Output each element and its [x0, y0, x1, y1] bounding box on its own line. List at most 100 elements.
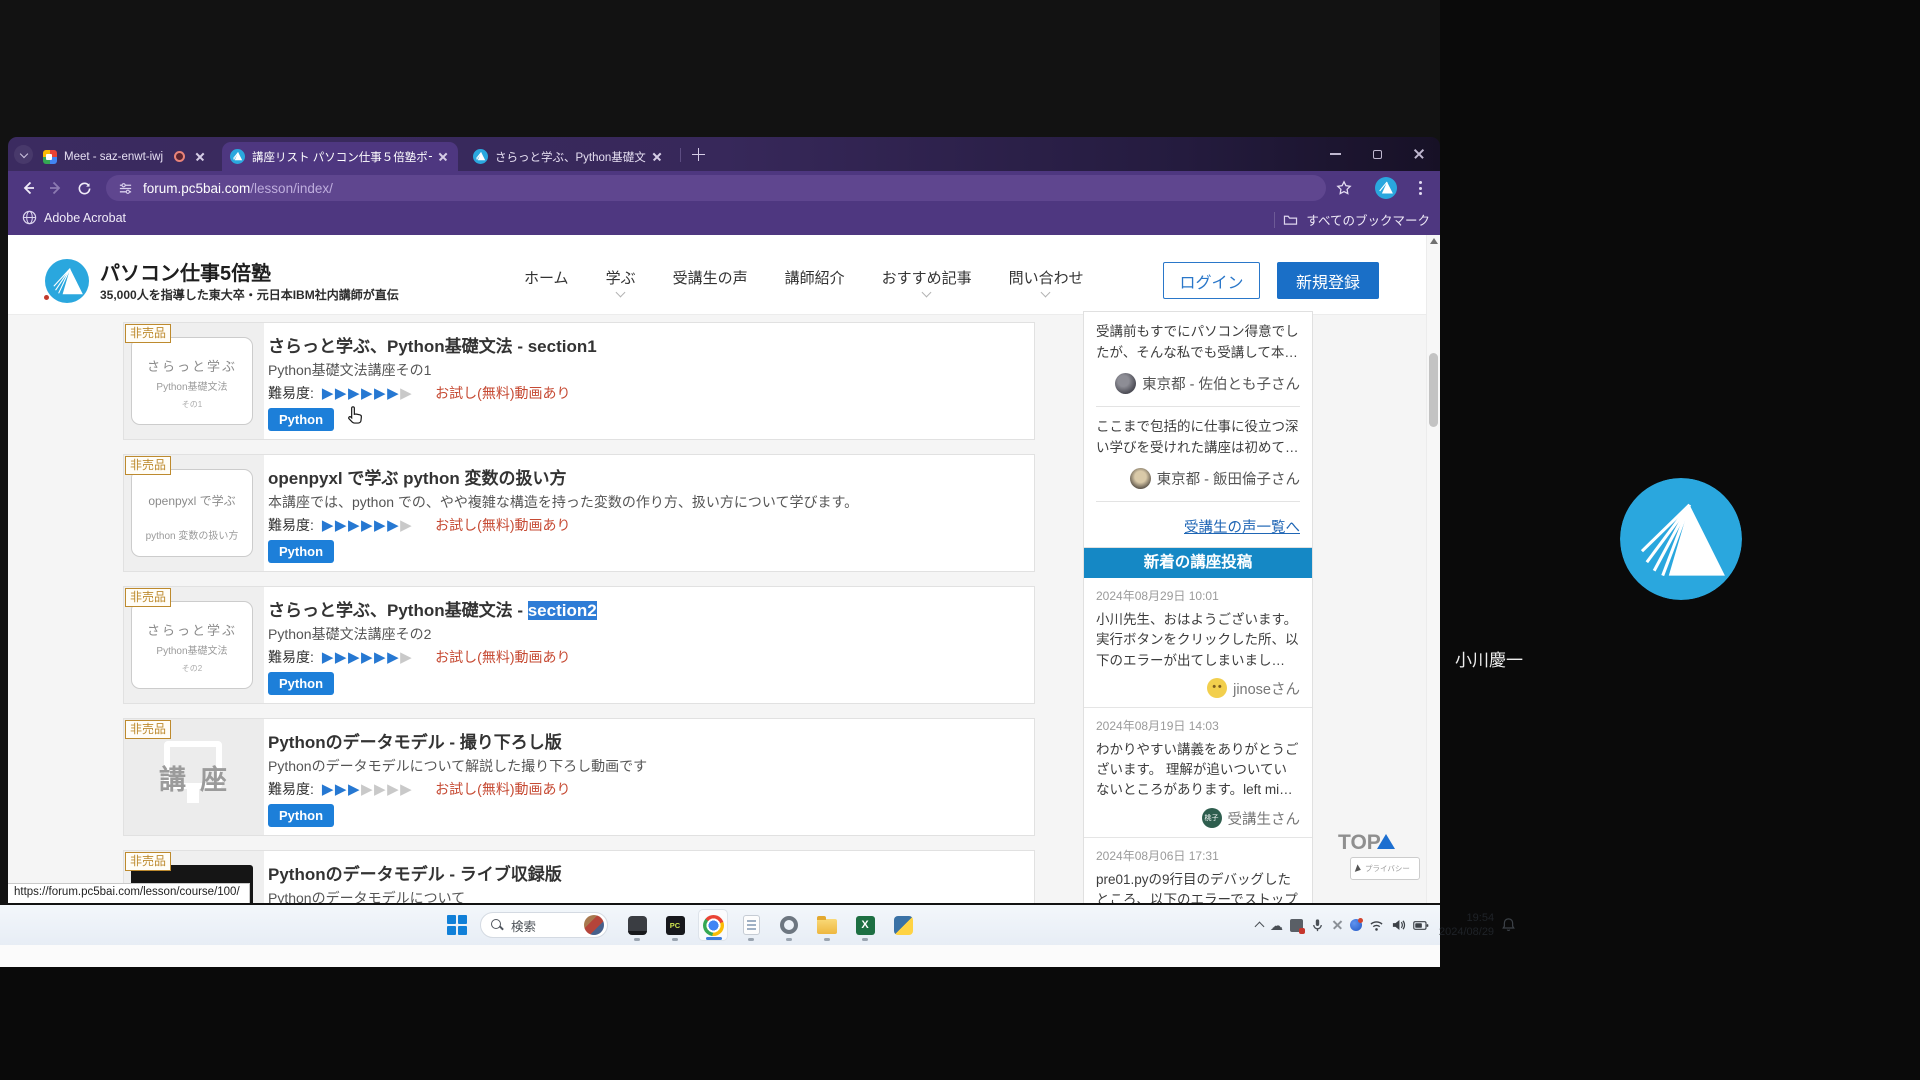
- python-tag[interactable]: Python: [268, 672, 334, 695]
- app-chrome[interactable]: [698, 909, 728, 941]
- privacy-badge[interactable]: プライバシー: [1350, 857, 1420, 880]
- new-tab-button[interactable]: [689, 145, 708, 164]
- forward-button[interactable]: [44, 176, 68, 200]
- close-tab-icon[interactable]: [650, 150, 664, 164]
- site-title[interactable]: パソコン仕事5倍塾: [100, 257, 271, 286]
- post-item[interactable]: 2024年08月29日 10:01 小川先生、おはようございます。実行ボタンをク…: [1084, 578, 1312, 707]
- course-difficulty: 難易度: ▶▶▶▶▶▶▶ お試し(無料)動画あり: [268, 647, 570, 667]
- app-pycharm[interactable]: PC: [660, 909, 690, 941]
- back-button[interactable]: [16, 176, 40, 200]
- minimize-icon: [1330, 153, 1341, 155]
- minimize-button[interactable]: [1314, 137, 1356, 171]
- nav-contact[interactable]: 問い合わせ: [1009, 267, 1084, 288]
- post-item[interactable]: 2024年08月19日 14:03 わかりやすい講義をありがとうございます。 理…: [1084, 707, 1312, 837]
- app-settings[interactable]: [774, 909, 804, 941]
- close-tab-icon[interactable]: [436, 150, 450, 164]
- course-title[interactable]: Pythonのデータモデル - 撮り下ろし版: [268, 728, 562, 753]
- post-item[interactable]: 2024年08月06日 17:31 pre01.pyの9行目のデバッグしたところ…: [1084, 837, 1312, 904]
- trial-video-label[interactable]: お試し(無料)動画あり: [435, 515, 570, 535]
- course-title[interactable]: openpyxl で学ぶ python 変数の扱い方: [268, 464, 566, 489]
- trial-video-label[interactable]: お試し(無料)動画あり: [435, 779, 570, 799]
- python-icon: [894, 916, 913, 935]
- main-navigation: ホーム 学ぶ 受講生の声 講師紹介 おすすめ記事 問い合わせ: [524, 267, 1084, 288]
- trial-video-label[interactable]: お試し(無料)動画あり: [435, 647, 570, 667]
- search-label: 検索: [511, 916, 584, 935]
- scrollbar[interactable]: [1426, 235, 1440, 903]
- battery-icon[interactable]: [1413, 919, 1429, 932]
- cursor-arrow-icon: [1355, 864, 1362, 873]
- app-python[interactable]: [888, 909, 918, 941]
- volume-icon[interactable]: [1391, 918, 1406, 932]
- notification-app-icon[interactable]: [1350, 919, 1362, 931]
- close-window-button[interactable]: [1398, 137, 1440, 171]
- post-date: 2024年08月29日 10:01: [1096, 587, 1300, 604]
- restore-button[interactable]: [1356, 137, 1398, 171]
- course-card[interactable]: 非売品 さらっと学ぶ Python基礎文法 その2 さらっと学ぶ、Python基…: [123, 586, 1035, 704]
- testimonial-text: ここまで包括的に仕事に役立つ深い学びを受けれた講座は初めて…: [1096, 417, 1300, 459]
- not-for-sale-badge: 非売品: [125, 588, 171, 607]
- signup-button[interactable]: 新規登録: [1277, 262, 1379, 299]
- app-file-explorer[interactable]: [812, 909, 842, 941]
- bookmark-adobe-acrobat[interactable]: Adobe Acrobat: [22, 210, 126, 225]
- tab-meet[interactable]: Meet - saz-enwt-iwj: [35, 142, 215, 171]
- nav-recommended-articles[interactable]: おすすめ記事: [882, 267, 972, 288]
- course-card[interactable]: 非売品 講座 Pythonのデータモデル - 撮り下ろし版 Pythonのデータ…: [123, 718, 1035, 836]
- tab-python-course[interactable]: さらっと学ぶ、Python基礎文法 - se: [465, 142, 672, 171]
- browser-menu-button[interactable]: [1408, 176, 1432, 200]
- teams-icon[interactable]: [1290, 919, 1303, 932]
- python-tag[interactable]: Python: [268, 804, 334, 827]
- close-tab-icon[interactable]: [193, 150, 207, 164]
- course-description: 本講座では、python での、やや複雑な構造を持った変数の作り方、扱い方につい…: [268, 492, 858, 512]
- all-bookmarks[interactable]: すべてのブックマーク: [1274, 210, 1430, 229]
- nav-instructors[interactable]: 講師紹介: [785, 267, 845, 288]
- selected-text: section2: [528, 601, 597, 620]
- course-title[interactable]: さらっと学ぶ、Python基礎文法 - section1: [268, 332, 597, 357]
- tab-search-button[interactable]: [14, 145, 33, 164]
- course-title[interactable]: Pythonのデータモデル - ライブ収録版: [268, 860, 562, 885]
- back-to-top-widget[interactable]: TOP プライバシー: [1338, 831, 1395, 855]
- app-notepad[interactable]: [736, 909, 766, 941]
- python-tag[interactable]: Python: [268, 540, 334, 563]
- nav-learn[interactable]: 学ぶ: [606, 267, 636, 288]
- course-card[interactable]: 非売品 Pythonのデータモデル - ライブ収録版 Pythonのデータモデル…: [123, 850, 1035, 903]
- post-date: 2024年08月19日 14:03: [1096, 717, 1300, 734]
- login-button[interactable]: ログイン: [1163, 262, 1260, 299]
- wifi-icon[interactable]: [1369, 919, 1384, 932]
- all-bookmarks-label: すべてのブックマーク: [1306, 210, 1430, 229]
- course-card[interactable]: 非売品 openpyxl で学ぶ python 変数の扱い方 openpyxl …: [123, 454, 1035, 572]
- trial-video-label[interactable]: お試し(無料)動画あり: [435, 383, 570, 403]
- start-button[interactable]: [447, 915, 467, 935]
- microphone-icon[interactable]: [1310, 918, 1325, 933]
- hidden-icons-chevron[interactable]: [1255, 922, 1265, 932]
- top-button-label[interactable]: TOP: [1338, 831, 1381, 855]
- tab-course-list-active[interactable]: 講座リスト パソコン仕事５倍塾ポー: [222, 142, 458, 171]
- chevron-down-icon: [615, 288, 625, 298]
- x-app-icon[interactable]: [1332, 920, 1343, 931]
- course-title[interactable]: さらっと学ぶ、Python基礎文法 - section2: [268, 596, 597, 621]
- site-logo[interactable]: [45, 259, 89, 303]
- taskbar-search-box[interactable]: 検索: [480, 912, 608, 938]
- onedrive-cloud-icon[interactable]: ☁: [1270, 919, 1283, 932]
- profile-avatar[interactable]: [1374, 176, 1398, 200]
- site-info-icon[interactable]: [118, 181, 133, 196]
- post-text: 小川先生、おはようございます。実行ボタンをクリックした所、以下のエラーが出てしま…: [1096, 610, 1300, 671]
- nav-home[interactable]: ホーム: [524, 267, 569, 288]
- restore-icon: [1373, 150, 1382, 159]
- scrollbar-thumb[interactable]: [1429, 353, 1438, 427]
- bookmark-star-button[interactable]: [1332, 176, 1356, 200]
- dark-app-icon: [628, 916, 647, 935]
- bookmarks-bar: Adobe Acrobat すべてのブックマーク: [8, 205, 1440, 235]
- course-card[interactable]: 非売品 さらっと学ぶ Python基礎文法 その1 さらっと学ぶ、Python基…: [123, 322, 1035, 440]
- app-excel[interactable]: X: [850, 909, 880, 941]
- search-highlight-image[interactable]: [584, 915, 604, 935]
- post-author: jinoseさん: [1096, 678, 1300, 699]
- notification-bell-icon[interactable]: [1501, 917, 1516, 933]
- scrollbar-up-arrow[interactable]: [1430, 238, 1438, 244]
- taskbar-clock[interactable]: 19:54 2024/08/29: [1439, 911, 1494, 940]
- app-dark-tool[interactable]: [622, 909, 652, 941]
- address-bar[interactable]: forum.pc5bai.com/lesson/index/: [106, 175, 1326, 201]
- testimonials-list-link[interactable]: 受講生の声一覧へ: [1184, 520, 1300, 536]
- python-tag[interactable]: Python: [268, 408, 334, 431]
- reload-button[interactable]: [72, 176, 96, 200]
- nav-student-voices[interactable]: 受講生の声: [673, 267, 748, 288]
